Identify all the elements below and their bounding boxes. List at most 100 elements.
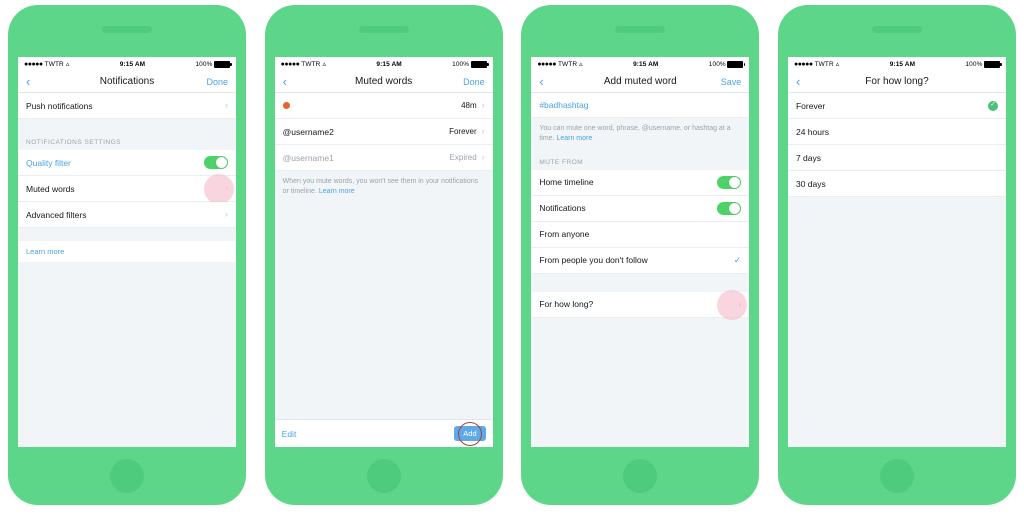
list-gap xyxy=(531,273,750,292)
row-label: Notifications xyxy=(539,203,586,214)
option-7-days[interactable]: 7 days xyxy=(787,145,1006,171)
orange-dot-icon xyxy=(282,102,290,109)
page-title: Add muted word xyxy=(603,76,677,87)
row-advanced-filters[interactable]: Advanced filters › xyxy=(18,202,236,228)
section-header-notifications-settings: NOTIFICATIONS SETTINGS xyxy=(18,132,236,150)
phone-speaker-icon xyxy=(871,26,922,33)
battery-icon xyxy=(727,60,746,68)
list-item[interactable]: 48m › xyxy=(274,93,493,119)
row-value: Forever xyxy=(449,127,477,136)
battery-percent-label: 100% xyxy=(195,60,213,68)
row-label: Forever xyxy=(795,100,826,111)
quality-filter-toggle[interactable] xyxy=(204,156,228,169)
row-push-notifications[interactable]: Push notifications › xyxy=(18,93,236,119)
checkmark-icon: ✓ xyxy=(733,254,742,265)
back-chevron-left-icon[interactable]: ‹ xyxy=(796,75,826,88)
list-item[interactable]: @username1 Expired › xyxy=(274,145,493,171)
nav-bar: ‹ Muted words Done xyxy=(274,71,493,93)
back-chevron-left-icon[interactable]: ‹ xyxy=(26,75,56,88)
row-for-how-long[interactable]: For how long? › xyxy=(531,289,750,320)
row-label: Advanced filters xyxy=(26,209,87,220)
home-timeline-toggle[interactable] xyxy=(717,175,742,189)
status-time: 9:15 AM xyxy=(376,60,402,68)
learn-more-link[interactable]: Learn more xyxy=(18,241,236,262)
battery-icon xyxy=(983,60,1002,68)
status-bar: ●●●●● TWTR ▵ 9:15 AM 100% xyxy=(18,57,236,71)
row-label: 7 days xyxy=(795,152,822,163)
battery-percent-label: 100% xyxy=(708,60,726,68)
status-bar: ●●●●● TWTR ▵ 9:15 AM 100% xyxy=(787,57,1006,71)
phone-speaker-icon xyxy=(102,26,152,33)
list-gap xyxy=(18,119,236,132)
muted-words-footnote: When you mute words, you won't see them … xyxy=(274,171,493,205)
duration-options-list: Forever ✓ 24 hours 7 days 30 days xyxy=(787,93,1006,447)
row-label: @username1 xyxy=(282,152,334,163)
row-value: Expired xyxy=(449,153,477,162)
learn-more-link[interactable]: Learn more xyxy=(556,135,592,142)
row-from-anyone[interactable]: From anyone xyxy=(531,221,750,248)
back-chevron-left-icon[interactable]: ‹ xyxy=(283,75,313,88)
chevron-right-icon: › xyxy=(225,100,228,110)
row-value: 48m xyxy=(461,101,477,110)
row-muted-words[interactable]: Muted words › xyxy=(18,174,236,204)
add-button-label: Add xyxy=(463,429,477,438)
signal-dots-icon: ●●●●● xyxy=(793,60,813,68)
home-button[interactable] xyxy=(623,459,658,493)
list-item[interactable]: @username2 Forever › xyxy=(274,119,493,145)
row-notifications[interactable]: Notifications xyxy=(531,195,750,222)
nav-bar: ‹ Notifications Done xyxy=(18,71,236,93)
footnote-text: When you mute words, you won't see them … xyxy=(282,178,479,195)
home-button[interactable] xyxy=(879,459,914,493)
wifi-icon: ▵ xyxy=(65,61,70,68)
back-chevron-left-icon[interactable]: ‹ xyxy=(539,75,569,88)
nav-bar: ‹ Add muted word Save xyxy=(531,71,750,93)
screen-for-how-long: ●●●●● TWTR ▵ 9:15 AM 100% ‹ For how long… xyxy=(787,57,1006,447)
page-title: For how long? xyxy=(865,76,929,87)
done-button[interactable]: Done xyxy=(455,77,485,87)
wifi-icon: ▵ xyxy=(835,61,840,68)
row-quality-filter[interactable]: Quality filter xyxy=(18,150,236,176)
row-home-timeline[interactable]: Home timeline xyxy=(531,169,750,196)
add-button[interactable]: Add xyxy=(454,421,486,446)
option-24-hours[interactable]: 24 hours xyxy=(787,119,1006,145)
row-label: Home timeline xyxy=(539,177,594,188)
notifications-toggle[interactable] xyxy=(717,201,742,215)
carrier-label: TWTR xyxy=(557,60,578,68)
option-30-days[interactable]: 30 days xyxy=(787,171,1006,197)
muted-words-list: 48m › @username2 Forever › @username1 Ex… xyxy=(274,93,493,447)
muted-word-input[interactable]: #badhashtag xyxy=(531,93,750,118)
status-time: 9:15 AM xyxy=(633,60,659,68)
signal-dots-icon: ●●●●● xyxy=(24,60,43,68)
push-notifications-group: Push notifications › xyxy=(18,93,236,119)
row-label: Quality filter xyxy=(26,157,71,168)
carrier-label: TWTR xyxy=(301,60,321,68)
row-label: Muted words xyxy=(26,183,75,194)
home-button[interactable] xyxy=(366,459,401,493)
home-button[interactable] xyxy=(110,459,144,493)
phone-speaker-icon xyxy=(358,26,409,33)
option-forever[interactable]: Forever ✓ xyxy=(787,93,1006,119)
status-time: 9:15 AM xyxy=(119,60,146,68)
phone-mockup-stage: ●●●●● TWTR ▵ 9:15 AM 100% ‹ Notification… xyxy=(0,0,1024,517)
save-button[interactable]: Save xyxy=(711,77,742,87)
carrier-label: TWTR xyxy=(814,60,834,68)
status-bar: ●●●●● TWTR ▵ 9:15 AM 100% xyxy=(274,57,493,71)
wifi-icon: ▵ xyxy=(322,61,327,68)
mute-from-group: Home timeline Notifications From anyone … xyxy=(531,169,750,274)
page-title: Notifications xyxy=(99,76,155,87)
row-label: From people you don't follow xyxy=(539,255,648,266)
status-bar: ●●●●● TWTR ▵ 9:15 AM 100% xyxy=(531,57,750,71)
edit-button[interactable]: Edit xyxy=(282,429,297,439)
section-header-mute-from: MUTE FROM xyxy=(531,151,750,170)
phone-3-add-muted-word: ●●●●● TWTR ▵ 9:15 AM 100% ‹ Add muted wo… xyxy=(521,5,760,505)
carrier-label: TWTR xyxy=(44,60,64,68)
battery-icon xyxy=(213,60,232,68)
nav-bar: ‹ For how long? xyxy=(787,71,1006,93)
wifi-icon: ▵ xyxy=(579,61,583,68)
learn-more-link[interactable]: Learn more xyxy=(319,188,355,195)
phone-4-for-how-long: ●●●●● TWTR ▵ 9:15 AM 100% ‹ For how long… xyxy=(777,5,1016,505)
row-from-people-you-dont-follow[interactable]: From people you don't follow ✓ xyxy=(531,247,750,274)
chevron-right-icon: › xyxy=(481,126,485,136)
notification-settings-group: Quality filter Muted words › Advanced fi… xyxy=(18,150,236,228)
done-button[interactable]: Done xyxy=(198,77,228,87)
